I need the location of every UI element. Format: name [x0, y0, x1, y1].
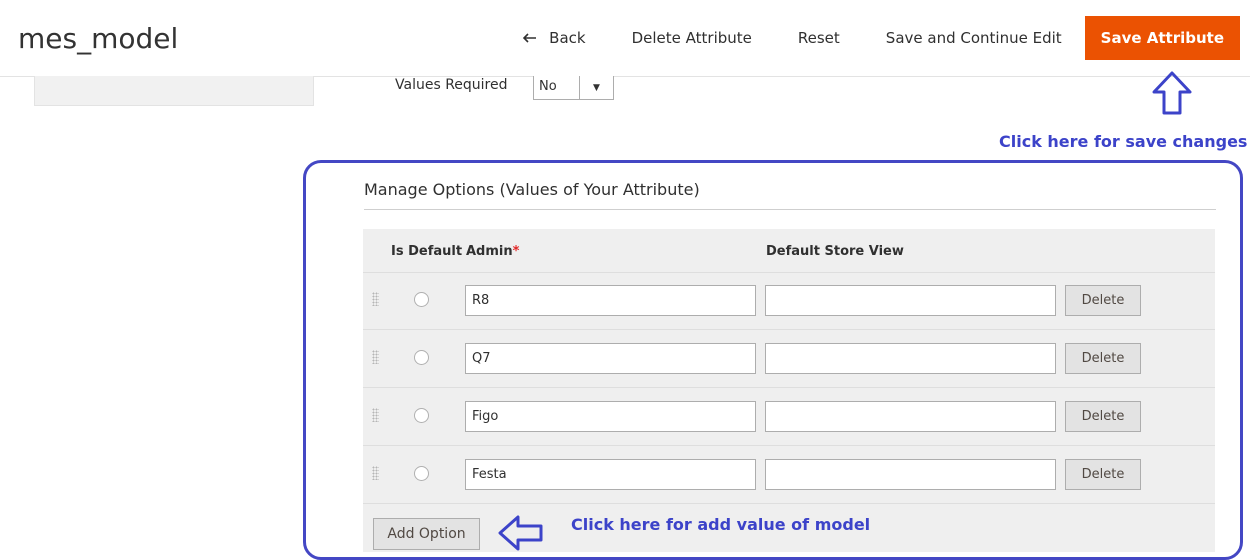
- table-row: Delete: [363, 446, 1215, 504]
- page-header: mes_model Back Delete Attribute Reset Sa…: [0, 0, 1250, 77]
- delete-attribute-button[interactable]: Delete Attribute: [609, 16, 775, 60]
- admin-value-input[interactable]: [465, 285, 756, 316]
- drag-handle-icon[interactable]: [372, 350, 379, 364]
- back-button[interactable]: Back: [500, 16, 608, 60]
- drag-handle-icon[interactable]: [372, 292, 379, 306]
- is-default-radio[interactable]: [414, 292, 429, 307]
- delete-option-button[interactable]: Delete: [1065, 459, 1141, 490]
- delete-option-button[interactable]: Delete: [1065, 285, 1141, 316]
- left-arrow-annotation-icon: [497, 514, 545, 557]
- drag-handle-icon[interactable]: [372, 408, 379, 422]
- is-default-radio[interactable]: [414, 466, 429, 481]
- required-asterisk: *: [512, 244, 520, 259]
- table-row: Delete: [363, 388, 1215, 446]
- manage-options-title: Manage Options (Values of Your Attribute…: [364, 180, 700, 199]
- add-option-button[interactable]: Add Option: [373, 518, 480, 550]
- delete-option-button[interactable]: Delete: [1065, 343, 1141, 374]
- add-hint-text: Click here for add value of model: [571, 515, 871, 534]
- store-view-value-input[interactable]: [765, 401, 1056, 432]
- store-view-value-input[interactable]: [765, 343, 1056, 374]
- section-divider: [364, 209, 1216, 210]
- save-attribute-button[interactable]: Save Attribute: [1084, 16, 1240, 60]
- drag-handle-icon[interactable]: [372, 466, 379, 480]
- values-required-label: Values Required: [395, 77, 508, 93]
- delete-option-button[interactable]: Delete: [1065, 401, 1141, 432]
- values-required-value: No: [539, 79, 557, 94]
- left-tabs-panel: [34, 76, 314, 106]
- values-required-select[interactable]: No ▼: [533, 76, 614, 100]
- back-button-label: Back: [549, 29, 586, 47]
- options-table-header: Is Default Admin* Default Store View: [363, 229, 1215, 273]
- admin-value-input[interactable]: [465, 401, 756, 432]
- admin-value-input[interactable]: [465, 459, 756, 490]
- save-and-continue-button[interactable]: Save and Continue Edit: [863, 16, 1085, 60]
- arrow-left-icon: [523, 16, 537, 60]
- reset-button[interactable]: Reset: [775, 16, 863, 60]
- page-actions-toolbar: Back Delete Attribute Reset Save and Con…: [500, 16, 1240, 60]
- options-table: Is Default Admin* Default Store View Del…: [363, 229, 1215, 552]
- page-title: mes_model: [18, 22, 179, 55]
- is-default-radio[interactable]: [414, 350, 429, 365]
- save-hint-text: Click here for save changes: [999, 132, 1248, 151]
- table-row: Delete: [363, 272, 1215, 330]
- table-row: Delete: [363, 330, 1215, 388]
- default-store-view-header: Default Store View: [766, 244, 904, 259]
- is-default-header: Is Default: [391, 244, 463, 259]
- up-arrow-annotation-icon: [1151, 70, 1193, 121]
- is-default-radio[interactable]: [414, 408, 429, 423]
- store-view-value-input[interactable]: [765, 459, 1056, 490]
- caret-down-icon: ▼: [579, 76, 613, 99]
- admin-value-input[interactable]: [465, 343, 756, 374]
- store-view-value-input[interactable]: [765, 285, 1056, 316]
- admin-header: Admin*: [466, 244, 520, 259]
